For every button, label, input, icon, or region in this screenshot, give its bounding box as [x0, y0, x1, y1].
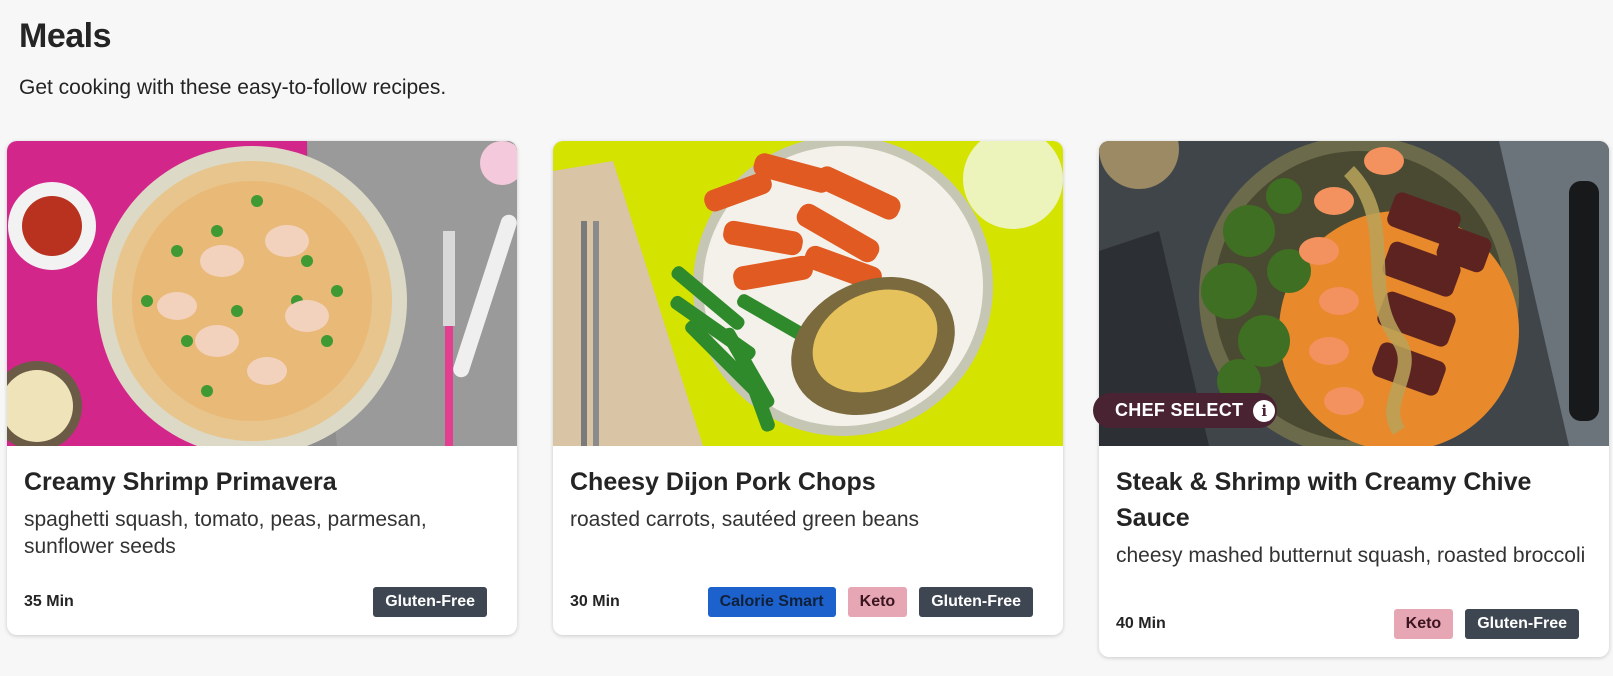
tag-calorie-smart: Calorie Smart	[707, 587, 836, 617]
cook-time: 40 Min	[1116, 615, 1166, 632]
tag-list: Gluten-Free	[373, 587, 487, 617]
meal-name[interactable]: Creamy Shrimp Primavera	[24, 464, 500, 500]
tag-gluten-free: Gluten-Free	[919, 587, 1033, 617]
info-icon[interactable]: i	[1253, 399, 1276, 422]
tag-keto: Keto	[847, 587, 908, 617]
chef-select-badge[interactable]: CHEF SELECT i	[1093, 393, 1277, 428]
tag-list: Calorie Smart Keto Gluten-Free	[707, 587, 1033, 617]
meal-description: cheesy mashed butternut squash, roasted …	[1116, 544, 1586, 567]
chef-select-label: CHEF SELECT	[1115, 400, 1244, 420]
meal-photo[interactable]	[553, 141, 1063, 446]
tag-keto: Keto	[1393, 609, 1454, 639]
tag-list: Keto Gluten-Free	[1393, 609, 1579, 639]
tag-gluten-free: Gluten-Free	[1465, 609, 1579, 639]
meal-card[interactable]: Cheesy Dijon Pork Chops roasted carrots,…	[553, 141, 1063, 635]
meal-photo[interactable]	[7, 141, 517, 446]
tag-gluten-free: Gluten-Free	[373, 587, 487, 617]
meal-description: spaghetti squash, tomato, peas, parmesan…	[24, 508, 427, 558]
meal-name[interactable]: Cheesy Dijon Pork Chops	[570, 464, 1046, 500]
page-header: Meals Get cooking with these easy-to-fol…	[19, 14, 446, 100]
meal-description: roasted carrots, sautéed green beans	[570, 508, 920, 531]
page-subtitle: Get cooking with these easy-to-follow re…	[19, 76, 447, 99]
page-title: Meals	[19, 17, 112, 55]
cook-time: 35 Min	[24, 593, 74, 610]
meal-card[interactable]: Creamy Shrimp Primavera spaghetti squash…	[7, 141, 517, 635]
meal-name[interactable]: Steak & Shrimp with Creamy Chive Sauce	[1116, 464, 1592, 536]
cook-time: 30 Min	[570, 593, 620, 610]
